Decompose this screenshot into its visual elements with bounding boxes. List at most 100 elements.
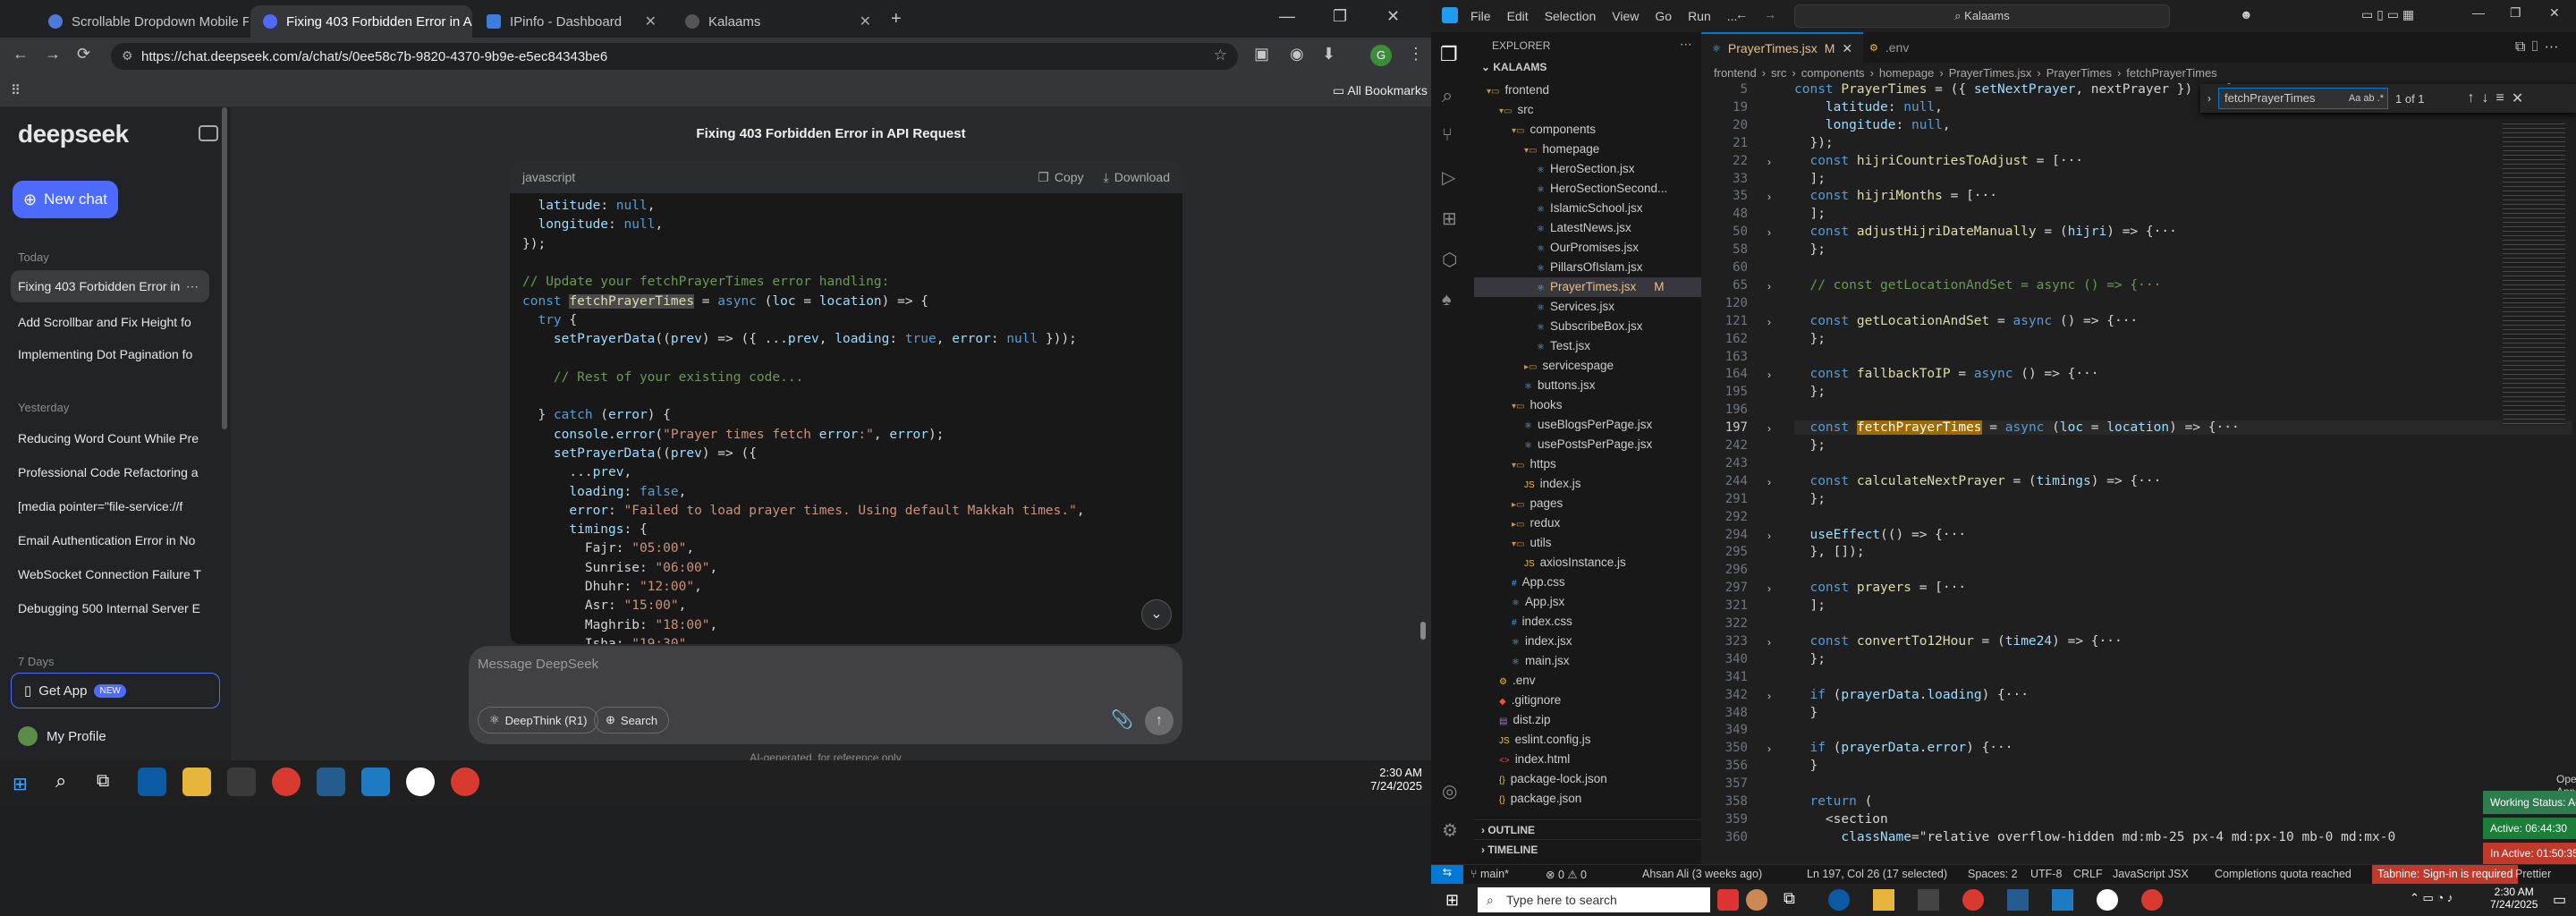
fold-chevron-icon[interactable]: › <box>1767 369 1771 381</box>
tree-file[interactable]: # App.css <box>1474 572 1565 592</box>
tree-file[interactable]: ⚛ usePostsPerPage.jsx <box>1474 435 1652 454</box>
my-profile[interactable]: My Profile <box>18 726 106 746</box>
task-view-icon[interactable]: ⧉ <box>97 771 109 792</box>
tree-file[interactable]: <> index.html <box>1474 750 1570 769</box>
scroll-down-button[interactable]: ⌄ <box>1141 599 1172 630</box>
nav-forward-icon[interactable]: → <box>1764 7 1776 21</box>
chrome-icon[interactable] <box>451 768 479 796</box>
tree-file[interactable]: ⚛ App.jsx <box>1474 592 1564 612</box>
avatar[interactable] <box>1746 889 1767 911</box>
command-center[interactable]: ⌕ Kalaams <box>1794 4 2170 28</box>
tree-folder[interactable]: ▸▭ redux <box>1474 513 1560 533</box>
close-window-icon[interactable]: ✕ <box>2549 5 2560 21</box>
chat-history-item[interactable]: WebSocket Connection Failure T <box>11 558 209 590</box>
profile-avatar[interactable]: G <box>1370 45 1392 66</box>
file-explorer-icon[interactable] <box>1873 889 1894 911</box>
deepthink-button[interactable]: ⚛ DeepThink (R1) <box>478 707 599 734</box>
breadcrumb-item[interactable]: frontend <box>1714 66 1757 80</box>
notifications-icon[interactable]: ▭ <box>2553 891 2566 909</box>
chat-scrollbar[interactable] <box>1420 622 1426 640</box>
chat-history-item[interactable]: Fixing 403 Forbidden Error in ⋯ <box>11 270 209 302</box>
fold-chevron-icon[interactable]: › <box>1767 156 1771 168</box>
downloads-icon[interactable]: ⬇ <box>1322 45 1335 64</box>
tree-file[interactable]: ⚙ .env <box>1474 671 1536 691</box>
menu-item[interactable]: Go <box>1655 9 1672 23</box>
app-icon[interactable] <box>2097 889 2118 911</box>
source-control-icon[interactable]: ⑂ <box>1442 125 1453 146</box>
tabnine-status[interactable]: Tabnine: Sign-in is required <box>2372 865 2519 884</box>
store-icon[interactable] <box>227 768 256 796</box>
chat-history-item[interactable]: Implementing Dot Pagination fo <box>11 338 209 370</box>
timeline-section[interactable]: › TIMELINE <box>1474 839 1701 859</box>
windows-start-icon[interactable]: ⊞ <box>13 773 28 795</box>
chat-history-item[interactable]: Professional Code Refactoring a <box>11 456 209 488</box>
tree-file[interactable]: ⚛ HeroSectionSecond... <box>1474 179 1667 199</box>
tree-file[interactable]: ⚛ PrayerTimes.jsx M <box>1474 277 1701 297</box>
vscode-icon[interactable] <box>2052 889 2073 911</box>
widget-icon[interactable] <box>1717 889 1739 911</box>
fold-chevron-icon[interactable]: › <box>1767 636 1771 649</box>
chat-history-item[interactable]: Debugging 500 Internal Server E <box>11 592 209 624</box>
tree-file[interactable]: ▤ dist.zip <box>1474 710 1550 730</box>
new-chat-button[interactable]: ⊕ New chat <box>13 181 118 218</box>
store-icon[interactable] <box>1918 889 1939 911</box>
back-icon[interactable]: ← <box>13 45 29 64</box>
chat-history-item[interactable]: [media pointer="file-service://f <box>11 490 209 522</box>
tree-file[interactable]: {} package.json <box>1474 789 1581 809</box>
fold-chevron-icon[interactable]: › <box>1767 476 1771 488</box>
minimize-icon[interactable]: — <box>2472 5 2485 20</box>
breadcrumb-item[interactable]: fetchPrayerTimes <box>2126 66 2216 80</box>
tree-file[interactable]: ⚛ PillarsOfIslam.jsx <box>1474 258 1642 277</box>
chrome-tab-2[interactable]: Fixing 403 Forbidden Error in A ✕ <box>250 5 472 38</box>
edge-icon[interactable] <box>138 768 166 796</box>
address-bar[interactable]: ⚙ https://chat.deepseek.com/a/chat/s/0ee… <box>111 43 1238 70</box>
sidebar-scrollbar[interactable] <box>222 107 227 429</box>
bookmark-star-icon[interactable]: ☆ <box>1214 47 1227 64</box>
all-bookmarks[interactable]: ▭ All Bookmarks <box>1333 83 1428 98</box>
tree-folder[interactable]: ▾▭ homepage <box>1474 140 1599 159</box>
chrome-icon[interactable] <box>1962 889 1984 911</box>
project-header[interactable]: ⌄ KALAAMS <box>1481 61 1546 73</box>
leaf-icon[interactable]: ♠ <box>1442 290 1452 310</box>
tree-file[interactable]: ⚛ HeroSection.jsx <box>1474 159 1635 179</box>
previous-match-icon[interactable]: ↑ <box>2468 90 2475 106</box>
find-options[interactable]: Aa ab .* <box>2349 89 2384 108</box>
app-icon[interactable] <box>406 768 435 796</box>
fold-chevron-icon[interactable]: › <box>1767 191 1771 203</box>
extension-icon[interactable]: ▣ <box>1254 45 1269 64</box>
problems-count[interactable]: ⊗ 0 ⚠ 0 <box>1546 868 1587 881</box>
chrome-tab-1[interactable]: Scrollable Dropdown Mobile Fi ✕ <box>36 5 249 38</box>
vscode-alt-icon[interactable] <box>317 768 345 796</box>
close-window-icon[interactable]: ✕ <box>1386 7 1400 26</box>
tree-file[interactable]: ⚛ main.jsx <box>1474 651 1569 671</box>
vscode-icon[interactable] <box>361 768 390 796</box>
tree-file[interactable]: JS eslint.config.js <box>1474 730 1590 750</box>
next-match-icon[interactable]: ↓ <box>2482 90 2489 106</box>
breadcrumb-item[interactable]: homepage <box>1879 66 1934 80</box>
fold-chevron-icon[interactable]: › <box>1767 690 1771 702</box>
close-tab-icon[interactable]: ✕ <box>1842 41 1852 56</box>
maximize-icon[interactable]: ❐ <box>2510 5 2521 21</box>
copy-button[interactable]: ❐ Copy <box>1038 170 1083 185</box>
outline-section[interactable]: › OUTLINE <box>1474 819 1701 839</box>
minimize-icon[interactable]: — <box>1279 7 1295 26</box>
tab-prayertimes[interactable]: ⚛ PrayerTimes.jsx M ✕ <box>1701 32 1864 63</box>
menu-item[interactable]: Run <box>1688 9 1711 23</box>
tree-file[interactable]: ⚛ Services.jsx <box>1474 297 1614 317</box>
copilot-icon[interactable]: ☻ <box>2240 7 2253 21</box>
menu-item[interactable]: View <box>1612 9 1639 23</box>
more-options-icon[interactable]: ⋯ <box>186 279 209 294</box>
maximize-icon[interactable]: ❐ <box>1333 7 1347 26</box>
close-find-icon[interactable]: ✕ <box>2512 89 2523 107</box>
site-info-icon[interactable]: ⚙ <box>122 48 133 64</box>
tree-file[interactable]: ◆ .gitignore <box>1474 691 1561 710</box>
chrome-menu-icon[interactable]: ⋮ <box>1408 45 1424 64</box>
windows-start-icon[interactable]: ⊞ <box>1445 891 1459 910</box>
chrome-tab-4[interactable]: Kalaams ✕ <box>673 5 884 38</box>
tree-folder[interactable]: ▸▭ pages <box>1474 494 1563 513</box>
layout-icon[interactable]: ▭ ▯ ▭ ▦ <box>2361 7 2414 22</box>
find-input[interactable]: fetchPrayerTimes Aa ab .* <box>2218 88 2388 109</box>
tree-folder[interactable]: ▾▭ hooks <box>1474 395 1563 415</box>
get-app-button[interactable]: ▯ Get App NEW <box>11 673 220 708</box>
language-mode[interactable]: JavaScript JSX <box>2113 868 2189 880</box>
